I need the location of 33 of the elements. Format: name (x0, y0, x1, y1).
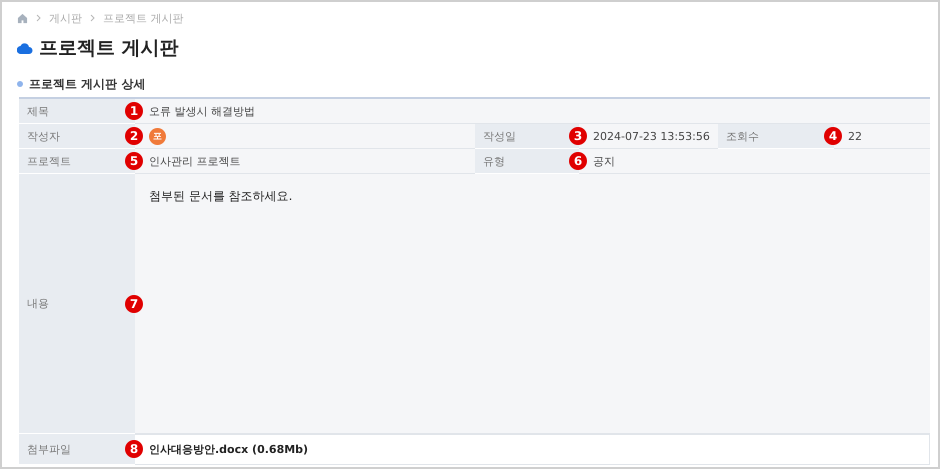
chevron-icon (90, 14, 95, 22)
field-label: 조회수 (726, 128, 759, 144)
field-value: 오류 발생시 해결방법 (149, 104, 255, 118)
number-marker: 4 (824, 127, 842, 145)
number-marker: 6 (569, 152, 587, 170)
field-value: 인사관리 프로젝트 (149, 154, 240, 168)
field-label: 첨부파일 (27, 442, 71, 456)
number-marker: 1 (125, 102, 143, 120)
number-marker: 2 (125, 127, 143, 145)
cloud-icon (17, 42, 33, 54)
section-title: 프로젝트 게시판 상세 (29, 76, 146, 92)
home-icon[interactable] (17, 12, 28, 24)
breadcrumb-link[interactable]: 게시판 (49, 10, 82, 26)
page-title: 프로젝트 게시판 (39, 36, 179, 61)
number-marker: 3 (569, 127, 587, 145)
field-value: 2024-07-23 13:53:56 (593, 130, 710, 142)
breadcrumb-link[interactable]: 프로젝트 게시판 (103, 10, 184, 26)
author-avatar: 포 (149, 128, 166, 144)
field-value: 공지 (593, 154, 615, 168)
number-marker: 5 (125, 152, 143, 170)
field-value: 22 (848, 130, 862, 142)
content-text: 첨부된 문서를 참조하세요. (149, 188, 292, 205)
field-label: 제목 (27, 104, 49, 118)
number-marker: 7 (125, 294, 143, 312)
field-label: 작성일 (483, 128, 516, 144)
field-label: 작성자 (27, 128, 60, 144)
field-label: 프로젝트 (27, 154, 71, 168)
field-label: 유형 (483, 154, 505, 168)
number-marker: 8 (125, 440, 143, 458)
chevron-icon (36, 14, 41, 22)
attachment-link[interactable]: 인사대응방안.docx (0.68Mb) (149, 442, 308, 457)
field-label: 내용 (27, 296, 49, 311)
bullet-icon (17, 81, 23, 87)
